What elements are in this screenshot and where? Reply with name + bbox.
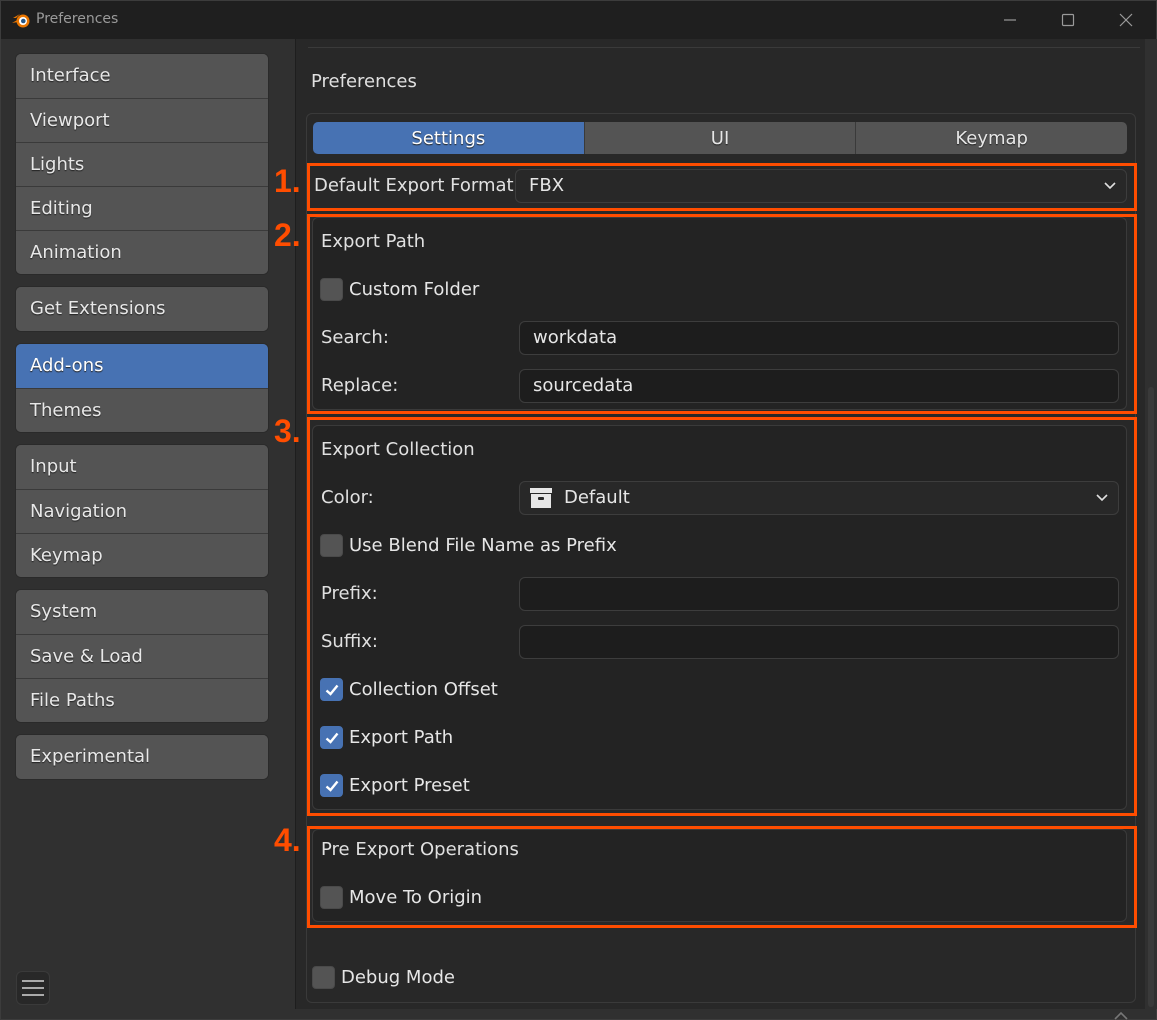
scrollbar-thumb[interactable] [1148, 387, 1154, 1007]
close-button[interactable] [1103, 1, 1149, 39]
minimize-button[interactable] [987, 1, 1033, 39]
chevron-up-icon[interactable] [1111, 1009, 1131, 1020]
hamburger-line [22, 994, 44, 996]
sidebar-item-keymap[interactable]: Keymap [16, 533, 268, 577]
sidebar-item-add-ons[interactable]: Add-ons [16, 344, 268, 388]
sidebar: Interface Viewport Lights Editing Animat… [1, 39, 295, 1019]
blender-logo-icon [12, 14, 30, 28]
sidebar-item-system[interactable]: System [16, 590, 268, 634]
sidebar-group-extensions: Get Extensions [16, 287, 268, 331]
sidebar-item-lights[interactable]: Lights [16, 142, 268, 186]
sidebar-item-experimental[interactable]: Experimental [16, 735, 268, 779]
annotation-box-3 [307, 417, 1137, 816]
sidebar-item-file-paths[interactable]: File Paths [16, 678, 268, 722]
title-bar: Preferences [1, 1, 1156, 39]
maximize-button[interactable] [1045, 1, 1091, 39]
annotation-box-4 [307, 826, 1137, 928]
divider [308, 47, 1140, 48]
tab-ui[interactable]: UI [583, 122, 856, 154]
debug-mode-checkbox[interactable] [312, 966, 335, 989]
debug-mode-label[interactable]: Debug Mode [341, 967, 455, 988]
sidebar-group-experimental: Experimental [16, 735, 268, 779]
sidebar-item-interface[interactable]: Interface [16, 54, 268, 98]
preferences-window: Preferences Interface Viewport Lights Ed… [0, 0, 1157, 1020]
page-heading: Preferences [311, 71, 417, 92]
sidebar-item-viewport[interactable]: Viewport [16, 98, 268, 142]
tab-settings[interactable]: Settings [313, 122, 584, 154]
sidebar-item-editing[interactable]: Editing [16, 186, 268, 230]
sidebar-item-themes[interactable]: Themes [16, 388, 268, 432]
hamburger-line [22, 987, 44, 989]
sidebar-item-navigation[interactable]: Navigation [16, 489, 268, 533]
sidebar-item-save-load[interactable]: Save & Load [16, 634, 268, 678]
sidebar-group-general: Interface Viewport Lights Editing Animat… [16, 54, 268, 274]
sidebar-item-input[interactable]: Input [16, 445, 268, 489]
preferences-tabs: Settings UI Keymap [313, 122, 1127, 154]
sidebar-group-system: System Save & Load File Paths [16, 590, 268, 722]
sidebar-group-addons: Add-ons Themes [16, 344, 268, 432]
annotation-number-1: 1. [274, 163, 301, 199]
hamburger-menu-icon [22, 980, 44, 982]
annotation-number-4: 4. [274, 822, 301, 858]
sidebar-item-get-extensions[interactable]: Get Extensions [16, 287, 268, 331]
sidebar-item-animation[interactable]: Animation [16, 230, 268, 274]
sidebar-group-input: Input Navigation Keymap [16, 445, 268, 577]
annotation-box-2 [307, 214, 1137, 414]
minimize-icon [1004, 19, 1016, 21]
annotation-box-1 [307, 163, 1137, 211]
window-title: Preferences [36, 11, 119, 27]
maximize-icon [1061, 13, 1075, 27]
close-icon [1119, 13, 1133, 27]
annotation-number-3: 3. [274, 413, 301, 449]
annotation-number-2: 2. [274, 217, 301, 253]
hamburger-menu-button[interactable] [16, 971, 50, 1005]
tab-keymap[interactable]: Keymap [855, 122, 1127, 154]
